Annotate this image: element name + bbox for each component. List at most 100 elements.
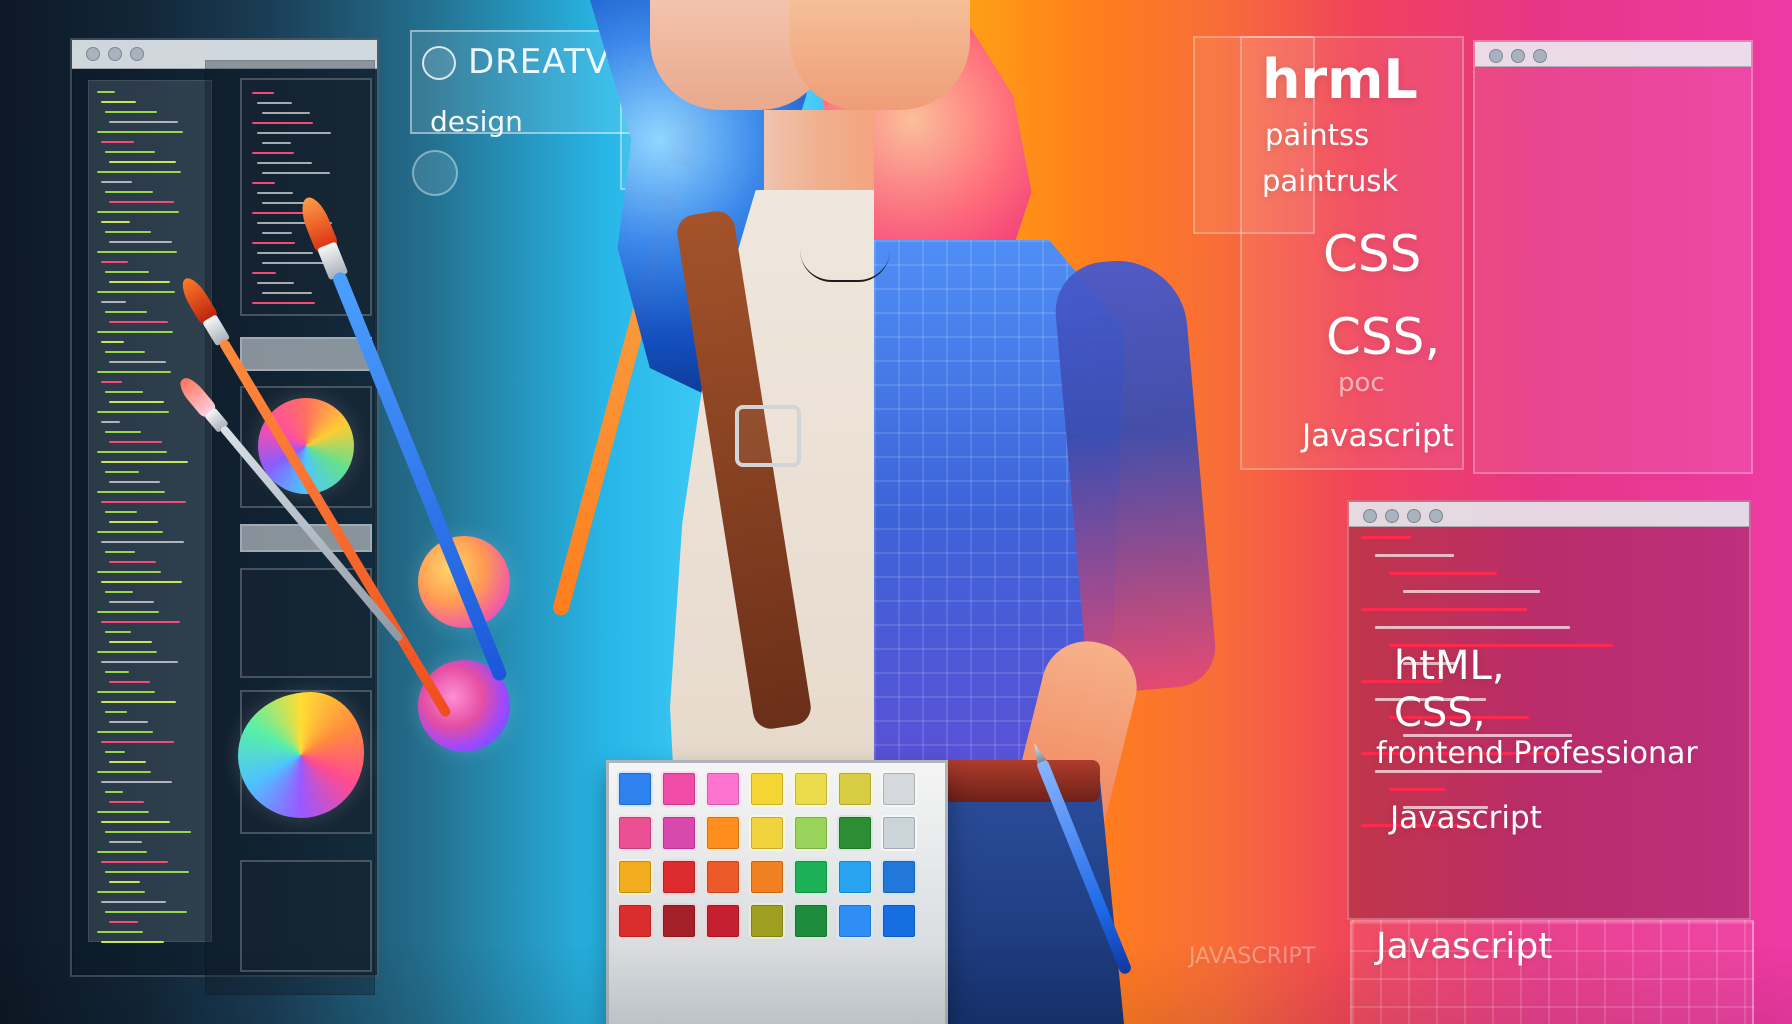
window-dot [1511, 49, 1525, 63]
code-line [105, 671, 129, 673]
paint-swatch [793, 771, 829, 807]
paint-swatch [881, 859, 917, 895]
design-logo-icon [422, 46, 456, 80]
code-line [97, 171, 181, 173]
code-line [105, 391, 143, 393]
window-dots-icon [1363, 509, 1443, 523]
code-line [109, 161, 176, 163]
code-line [105, 791, 123, 793]
code-line [252, 152, 294, 154]
code-line [105, 471, 139, 473]
code-line [257, 132, 331, 134]
code-line [109, 401, 164, 403]
javascript-ghost-label: JAVASCRIPT [1189, 944, 1316, 969]
code-window-right-titlebar [1349, 502, 1749, 527]
paint-swatch [881, 771, 917, 807]
code-line [105, 151, 155, 153]
paint-swatch [793, 903, 829, 939]
code-line [109, 561, 156, 563]
paint-swatch [705, 815, 741, 851]
paint-swatch [617, 903, 653, 939]
paint-swatch [837, 815, 873, 851]
code-line [101, 781, 172, 783]
code-line [257, 252, 313, 254]
code-line [97, 211, 179, 213]
code-line [105, 191, 153, 193]
code-line [109, 241, 172, 243]
window-dots-icon [1489, 49, 1547, 63]
code-line [101, 221, 130, 223]
code-line [1375, 554, 1454, 557]
paint-swatch [749, 859, 785, 895]
code-line [1361, 536, 1411, 539]
code-line [101, 941, 164, 943]
code-line [257, 282, 294, 284]
code-line [105, 111, 157, 113]
code-line [101, 101, 136, 103]
code-line [101, 301, 126, 303]
window-dots-icon [86, 47, 144, 61]
code-line [97, 691, 155, 693]
paint-swatch [837, 771, 873, 807]
code-line [105, 871, 189, 873]
paint-swatch [705, 859, 741, 895]
html-code-label: htML, [1394, 643, 1505, 689]
window-dot [86, 47, 100, 61]
paint-swatch [881, 903, 917, 939]
paint-swatch [837, 903, 873, 939]
code-line [97, 411, 169, 413]
code-line [109, 521, 158, 523]
frontend-professional-label: frontend Professionar [1376, 736, 1698, 771]
window-dot [1363, 509, 1377, 523]
top-right-window [1473, 40, 1753, 474]
code-line [262, 112, 310, 114]
code-line [109, 201, 174, 203]
code-line [105, 551, 135, 553]
code-line [109, 121, 178, 123]
code-line [257, 102, 292, 104]
code-line [109, 801, 144, 803]
code-line [262, 172, 330, 174]
paint-swatch [749, 815, 785, 851]
code-line [97, 291, 175, 293]
code-line [97, 651, 157, 653]
window-dot [1533, 49, 1547, 63]
code-line [109, 361, 166, 363]
code-line [101, 701, 176, 703]
code-line [97, 91, 115, 93]
code-line [252, 242, 295, 244]
code-line [105, 351, 145, 353]
small-word-label: poc [1338, 368, 1385, 398]
paint-swatch [881, 815, 917, 851]
code-line [97, 331, 173, 333]
code-line [101, 541, 184, 543]
paint-swatch [661, 815, 697, 851]
code-line [105, 711, 127, 713]
code-line [252, 92, 274, 94]
paint-swatch [793, 815, 829, 851]
code-line [105, 431, 141, 433]
code-line [257, 192, 293, 194]
paint-swatch [705, 771, 741, 807]
code-line [109, 641, 152, 643]
paint-swatch [661, 859, 697, 895]
code-line [97, 931, 143, 933]
code-line [1375, 626, 1570, 629]
paint-swatch [617, 771, 653, 807]
paint-swatch [617, 859, 653, 895]
code-line [109, 441, 162, 443]
code-line [105, 271, 149, 273]
code-line [101, 181, 132, 183]
code-line [1403, 590, 1540, 593]
code-line [109, 321, 168, 323]
code-line [101, 901, 166, 903]
code-line [101, 581, 182, 583]
code-line [101, 261, 128, 263]
code-line [97, 811, 149, 813]
palette-grid [617, 771, 917, 939]
paintbrush-label: paintrusk [1262, 164, 1399, 198]
code-line [252, 122, 313, 124]
code-line [101, 461, 188, 463]
code-line [1361, 608, 1527, 611]
code-line [252, 302, 315, 304]
